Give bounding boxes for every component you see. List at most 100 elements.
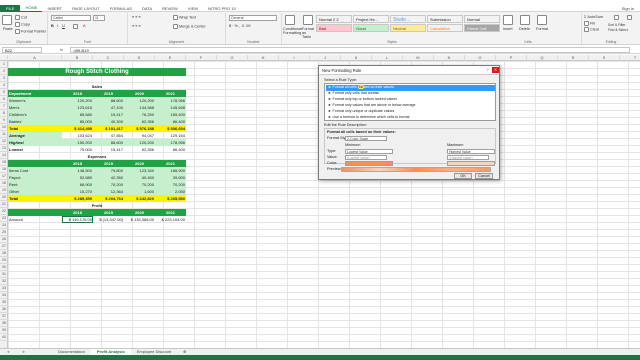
- font-color-button[interactable]: A: [83, 24, 86, 28]
- section-header[interactable]: Expenses: [8, 153, 186, 160]
- tab-formulas[interactable]: FORMULAS: [105, 5, 137, 12]
- table-cell[interactable]: 42,350: [93, 174, 124, 181]
- row-header[interactable]: 38: [0, 320, 8, 327]
- borders-button[interactable]: [73, 24, 79, 29]
- row-label[interactable]: Payrol: [8, 174, 62, 181]
- row-header[interactable]: 7: [0, 103, 8, 110]
- row-header[interactable]: 11: [0, 131, 8, 138]
- autosum-button[interactable]: Σ AutoSum: [584, 15, 603, 19]
- row-header[interactable]: 18: [0, 180, 8, 187]
- row-header[interactable]: 23: [0, 215, 8, 222]
- table-cell[interactable]: 178,956: [155, 97, 186, 104]
- formula-input[interactable]: =B9-B19: [70, 47, 630, 53]
- row-header[interactable]: 26: [0, 236, 8, 243]
- year-header[interactable]: 2021: [155, 90, 186, 97]
- style-normal-2-2[interactable]: Normal 2 2: [316, 15, 352, 23]
- row-label[interactable]: Items Cost: [8, 167, 62, 174]
- tab-insert[interactable]: INSERT: [42, 5, 67, 12]
- table-cell[interactable]: 123,340: [124, 167, 155, 174]
- style-check-cell[interactable]: Check Cell: [464, 24, 500, 32]
- row-header[interactable]: 39: [0, 327, 8, 334]
- table-cell[interactable]: 129,164: [155, 132, 186, 139]
- tab-file[interactable]: FILE: [0, 4, 21, 12]
- table-cell[interactable]: 70,200: [93, 181, 124, 188]
- table-cell[interactable]: 86,400: [155, 146, 186, 153]
- table-cell[interactable]: 168,900: [155, 167, 186, 174]
- table-cell[interactable]: 62,356: [124, 118, 155, 125]
- row-label[interactable]: Lowest: [8, 146, 62, 153]
- tab-home[interactable]: HOME: [20, 4, 43, 12]
- rule-option[interactable]: ► Format only cells that contain: [326, 91, 495, 97]
- row-header[interactable]: 29: [0, 257, 8, 264]
- currency-button[interactable]: $ · % , .0 .00: [229, 24, 251, 28]
- sort-filter-button[interactable]: [614, 15, 620, 20]
- tab-view[interactable]: VIEW: [183, 5, 203, 12]
- row-header[interactable]: 2: [0, 68, 8, 75]
- table-cell[interactable]: 40,300: [93, 118, 124, 125]
- table-cell[interactable]: $ 285,359: [62, 195, 93, 202]
- table-cell[interactable]: 79,800: [93, 167, 124, 174]
- style-neutral[interactable]: Neutral: [390, 24, 426, 32]
- min-value-input[interactable]: (Lowest value): [345, 155, 387, 160]
- year-header[interactable]: 2019: [93, 209, 124, 216]
- table-cell[interactable]: 70,200: [124, 181, 155, 188]
- style-calculation[interactable]: Calculation: [427, 24, 463, 32]
- row-header[interactable]: 14: [0, 152, 8, 159]
- conditional-formatting-button[interactable]: [285, 15, 296, 25]
- min-type-select[interactable]: Lowest Value: [345, 149, 393, 154]
- table-cell[interactable]: 1,600: [124, 188, 155, 195]
- table-cell[interactable]: 120,200: [124, 139, 155, 146]
- table-cell[interactable]: 47,854: [93, 132, 124, 139]
- row-label[interactable]: Amount: [8, 216, 62, 223]
- department-header[interactable]: Department: [8, 90, 62, 97]
- row-label[interactable]: Women's: [8, 97, 62, 104]
- table-cell[interactable]: 76,250: [124, 111, 155, 118]
- max-value-input[interactable]: (Highest value): [447, 155, 489, 160]
- sales-header[interactable]: Sales: [8, 83, 186, 90]
- tab-nitro[interactable]: NITRO PRO 10: [203, 5, 241, 12]
- row-header[interactable]: 34: [0, 292, 8, 299]
- tab-review[interactable]: REVIEW: [157, 5, 183, 12]
- rule-option[interactable]: ► Format all cells based on their values: [326, 85, 495, 91]
- font-name-select[interactable]: Calibri: [51, 15, 91, 21]
- table-cell[interactable]: 88,600: [93, 139, 124, 146]
- row-header[interactable]: 4: [0, 82, 8, 89]
- tab-page-layout[interactable]: PAGE LAYOUT: [67, 5, 105, 12]
- format-painter-button[interactable]: Format Painter: [15, 29, 46, 34]
- table-cell[interactable]: 103,624: [62, 132, 93, 139]
- row-header[interactable]: 27: [0, 243, 8, 250]
- format-cells-button[interactable]: [537, 15, 548, 25]
- row-header[interactable]: 21: [0, 201, 8, 208]
- row-header[interactable]: 9: [0, 117, 8, 124]
- style-normal[interactable]: Normal: [464, 15, 500, 23]
- align-top-icon[interactable]: ≡ ≡ ≡: [132, 15, 141, 19]
- close-icon[interactable]: ✕: [492, 67, 499, 73]
- table-cell[interactable]: 15,270: [62, 188, 93, 195]
- rule-option[interactable]: ► Format only top or bottom ranked value…: [326, 97, 495, 103]
- table-cell[interactable]: $ 242,820: [124, 195, 155, 202]
- table-cell[interactable]: $ 191,417: [93, 125, 124, 132]
- table-cell[interactable]: 70,200: [155, 181, 186, 188]
- row-header[interactable]: 8: [0, 110, 8, 117]
- row-header[interactable]: 15: [0, 159, 8, 166]
- year-header[interactable]: 2018: [62, 160, 93, 167]
- row-label[interactable]: Other: [8, 188, 62, 195]
- row-header[interactable]: 28: [0, 250, 8, 257]
- rule-option[interactable]: ► Format only values that are above or b…: [326, 103, 495, 109]
- row-header[interactable]: 36: [0, 306, 8, 313]
- row-label[interactable]: Rent: [8, 181, 62, 188]
- format-table-button[interactable]: [303, 15, 314, 25]
- table-cell[interactable]: 150,200: [62, 139, 93, 146]
- table-cell[interactable]: 12,364: [93, 188, 124, 195]
- wrap-text-button[interactable]: Wrap Text: [173, 15, 196, 20]
- row-label[interactable]: Highest: [8, 139, 62, 146]
- row-header[interactable]: 12: [0, 138, 8, 145]
- name-box[interactable]: B22: [2, 47, 42, 53]
- italic-button[interactable]: I: [57, 24, 58, 28]
- row-header[interactable]: 6: [0, 96, 8, 103]
- row-header[interactable]: 1: [0, 61, 8, 68]
- header-blank[interactable]: [8, 160, 62, 167]
- table-cell[interactable]: 15,417: [93, 146, 124, 153]
- style-bad[interactable]: Bad: [316, 24, 352, 32]
- table-cell[interactable]: 165,400: [155, 111, 186, 118]
